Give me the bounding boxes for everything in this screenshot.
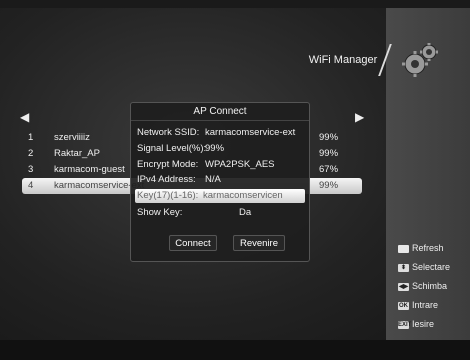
left-arrow-icon[interactable]: ◀: [20, 110, 29, 124]
legend-label: Refresh: [412, 243, 444, 253]
row-number: 2: [28, 148, 34, 159]
row-ssid: karmacom-guest: [54, 164, 125, 175]
exit-key-icon: EXIT: [398, 320, 412, 329]
legend-label: Iesire: [412, 319, 435, 329]
row-ssid: Raktar_AP: [54, 148, 100, 159]
show-key-field[interactable]: Show Key: Da: [137, 207, 251, 218]
legend-refresh: Refresh: [398, 242, 444, 254]
show-key-label: Show Key:: [137, 207, 183, 218]
encrypt-field[interactable]: Encrypt Mode: WPA2PSK_AES: [137, 159, 275, 170]
key-value: karmacomservicen: [203, 190, 283, 201]
ap-connect-dialog: AP Connect Network SSID: karmacomservice-…: [130, 102, 310, 262]
row-level: 99%: [319, 148, 339, 159]
legend-enter: OK Intrare: [398, 299, 438, 311]
show-key-value: Da: [239, 207, 252, 218]
row-level: 67%: [319, 164, 339, 175]
ssid-value: karmacomservice-ext: [205, 127, 296, 138]
legend-label: Selectare: [412, 262, 451, 272]
row-level: 99%: [319, 132, 339, 143]
updown-key-icon: ⬍: [398, 263, 409, 272]
legend-select: ⬍ Selectare: [398, 261, 450, 273]
ok-key-icon: OK: [398, 301, 409, 310]
row-number: 4: [28, 180, 34, 191]
ssid-label: Network SSID:: [137, 127, 200, 138]
dialog-title: AP Connect: [131, 103, 309, 121]
encrypt-label: Encrypt Mode:: [137, 159, 199, 170]
signal-value: 99%: [205, 143, 225, 154]
key-label: Key(17)(1-16):: [137, 190, 199, 201]
gear-icon: [402, 43, 438, 77]
key-input[interactable]: Key(17)(1-16): karmacomservicen: [135, 189, 305, 203]
row-number: 3: [28, 164, 34, 175]
row-ssid: szerviiiiz: [54, 132, 90, 143]
legend-change: ◀▶ Schimba: [398, 280, 447, 292]
connect-button[interactable]: Connect: [169, 235, 217, 251]
red-key-icon: [398, 244, 409, 253]
legend-label: Intrare: [412, 300, 439, 310]
ssid-field: Network SSID: karmacomservice-ext: [137, 127, 295, 138]
encrypt-value: WPA2PSK_AES: [205, 159, 275, 170]
ipv4-field: IPv4 Address: N/A: [137, 174, 221, 185]
ipv4-label: IPv4 Address:: [137, 174, 196, 185]
row-number: 1: [28, 132, 34, 143]
legend-label: Schimba: [412, 281, 448, 291]
back-button[interactable]: Revenire: [233, 235, 285, 251]
signal-label: Signal Level(%):: [137, 143, 207, 154]
signal-field: Signal Level(%):99%: [137, 143, 224, 154]
bottom-frame: [0, 340, 470, 360]
row-level: 99%: [319, 180, 339, 191]
leftright-key-icon: ◀▶: [398, 282, 409, 291]
legend-exit: EXITIesire: [398, 318, 434, 330]
top-frame: [0, 0, 470, 8]
right-arrow-icon[interactable]: ▶: [355, 110, 364, 124]
ipv4-value: N/A: [205, 174, 221, 185]
